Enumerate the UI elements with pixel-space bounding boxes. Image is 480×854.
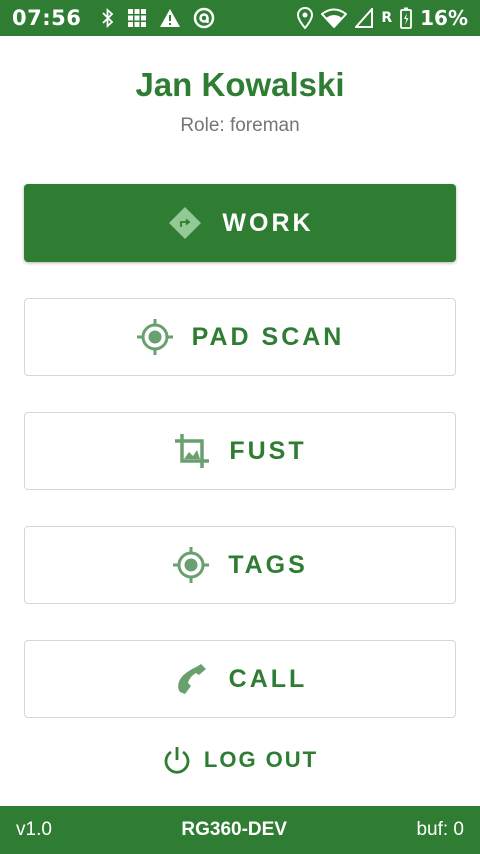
- pad-scan-button-label: PAD SCAN: [191, 322, 345, 351]
- status-right-icons: R 16%: [297, 6, 468, 30]
- battery-percent: 16%: [420, 6, 468, 30]
- location-icon: [297, 7, 314, 29]
- power-icon: [162, 745, 192, 775]
- bluetooth-icon: [101, 8, 115, 28]
- fust-button[interactable]: FUST: [24, 412, 456, 490]
- warning-icon: [159, 8, 181, 28]
- work-button-label: WORK: [222, 208, 314, 237]
- battery-charging-icon: [400, 7, 413, 29]
- crosshair-icon: [136, 318, 174, 356]
- pad-scan-button[interactable]: PAD SCAN: [24, 298, 456, 376]
- at-icon: [193, 7, 215, 29]
- call-button-label: CALL: [228, 664, 308, 693]
- roaming-indicator: R: [381, 10, 393, 26]
- user-name: Jan Kowalski: [135, 66, 345, 103]
- wifi-icon: [321, 8, 348, 28]
- app-version: v1.0: [16, 819, 52, 840]
- logout-label: LOG OUT: [203, 747, 319, 772]
- phone-icon: [173, 660, 211, 698]
- status-time: 07:56: [12, 6, 82, 30]
- logout-button[interactable]: LOG OUT: [0, 742, 480, 778]
- status-left-icons: [101, 7, 215, 29]
- device-name: RG360-DEV: [181, 819, 287, 840]
- call-button[interactable]: CALL: [24, 640, 456, 718]
- directions-icon: [166, 204, 204, 242]
- tags-button-label: TAGS: [228, 550, 308, 579]
- crop-icon: [173, 432, 211, 470]
- buffer-count: buf: 0: [416, 819, 464, 840]
- target-icon: [172, 546, 210, 584]
- status-bar: 07:56 R 16%: [0, 0, 480, 36]
- tags-button[interactable]: TAGS: [24, 526, 456, 604]
- grid-icon: [127, 8, 147, 28]
- work-button[interactable]: WORK: [24, 184, 456, 262]
- user-role: Role: foreman: [180, 115, 300, 136]
- footer-bar: v1.0 RG360-DEV buf: 0: [0, 806, 480, 854]
- fust-button-label: FUST: [229, 436, 307, 465]
- cell-signal-icon: [355, 8, 374, 28]
